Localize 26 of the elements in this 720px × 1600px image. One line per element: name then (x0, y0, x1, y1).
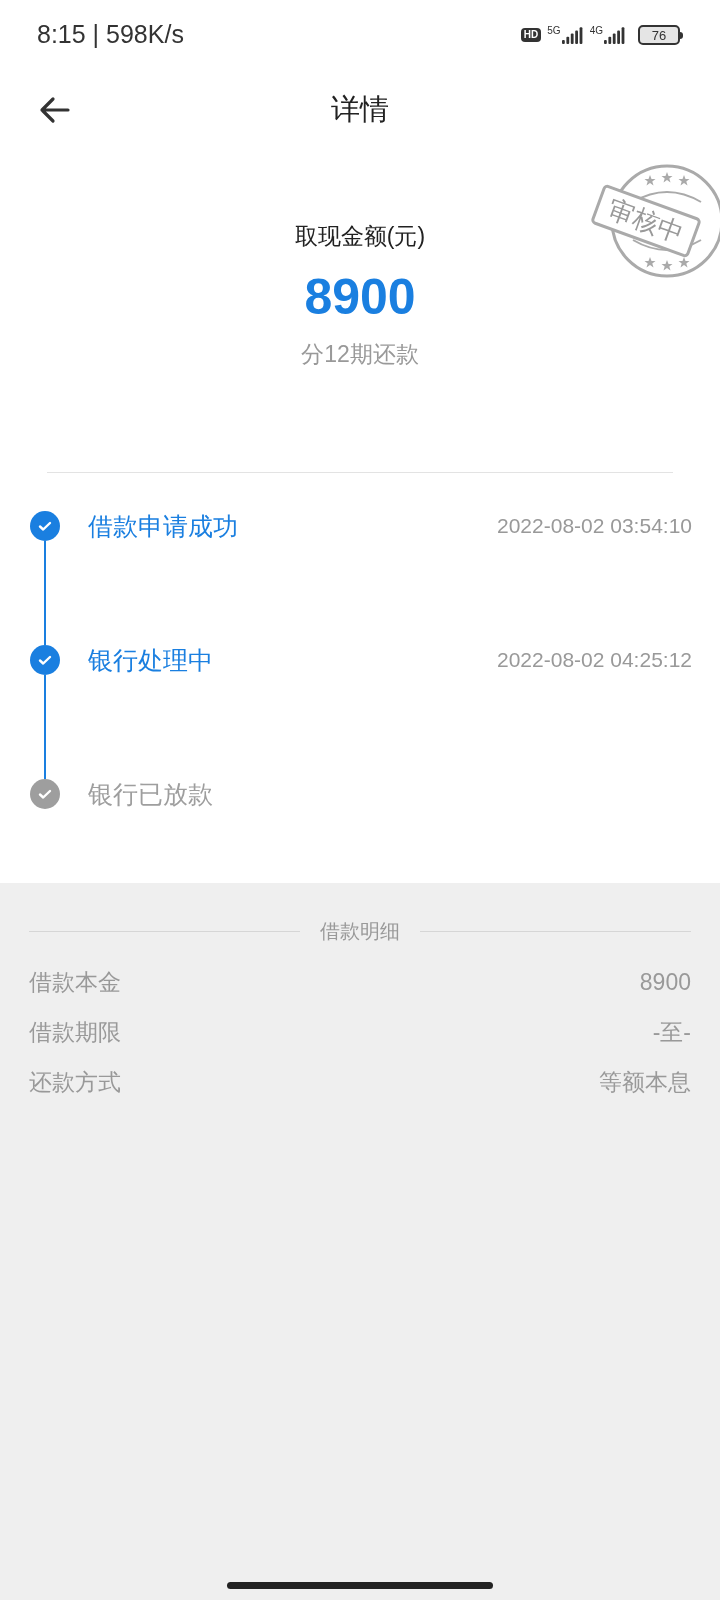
battery-icon: 76 (638, 25, 680, 45)
detail-value: 等额本息 (599, 1067, 691, 1097)
network-label: 5G (547, 26, 561, 36)
detail-label: 还款方式 (29, 1067, 121, 1097)
step-label: 银行处理中 (88, 645, 213, 676)
amount-label: 取现金额(元) (294, 222, 426, 251)
amount-value: 8900 (304, 268, 416, 327)
step-time: 2022-08-02 03:54:10 (497, 513, 692, 539)
detail-label: 借款期限 (29, 1017, 121, 1047)
detail-value: 8900 (639, 967, 691, 997)
detail-label: 借款本金 (29, 967, 121, 997)
hd-badge: HD (520, 28, 542, 42)
step-time: 2022-08-02 04:25:12 (497, 647, 692, 673)
back-arrow-icon (38, 96, 70, 124)
status-time: 8:15 | 598K/s (37, 19, 184, 51)
step-label: 借款申请成功 (88, 511, 238, 542)
installment-text: 分12期还款 (301, 340, 419, 369)
network-label: 4G (589, 26, 603, 36)
page-title: 详情 (331, 92, 389, 128)
signal-icon (561, 26, 584, 44)
signal-icon (604, 26, 626, 44)
step-label: 银行已放款 (88, 779, 213, 810)
battery-tip-icon (680, 31, 683, 39)
section-title: 借款明细 (320, 919, 400, 944)
review-stamp: 审核中 (589, 183, 703, 259)
detail-value: -至- (652, 1017, 691, 1047)
